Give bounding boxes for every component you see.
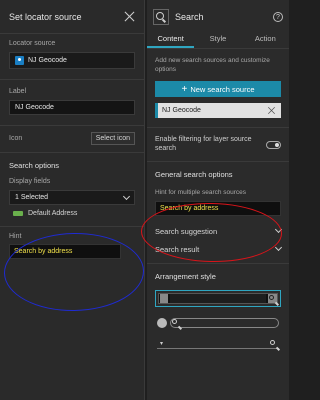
display-fields-value: 1 Selected — [15, 194, 49, 201]
search-suggestion-row[interactable]: Search suggestion — [147, 222, 289, 240]
icon-section: Icon Select icon — [0, 126, 144, 150]
label-input[interactable]: NJ Geocode — [9, 100, 135, 115]
search-icon — [268, 294, 277, 303]
icon-label: Icon — [9, 134, 23, 142]
panel-header: Set locator source — [0, 0, 144, 34]
arrangement-preview-2 — [157, 317, 279, 328]
locator-source-section: Locator source NJ Geocode — [0, 34, 144, 69]
source-menu-icon — [160, 294, 168, 303]
arrangement-preview-1 — [158, 293, 278, 304]
close-icon[interactable] — [124, 11, 135, 22]
chevron-down-icon — [274, 243, 283, 252]
select-icon-button[interactable]: Select icon — [90, 131, 135, 145]
display-fields-dropdown[interactable]: 1 Selected — [9, 190, 135, 205]
arrangement-section: Arrangement style ▾ — [147, 264, 289, 351]
hint-section: Hint Search by address — [0, 227, 144, 259]
field-chip-icon — [13, 211, 23, 216]
label-label: Label — [9, 88, 27, 95]
search-suggestion-label: Search suggestion — [155, 226, 218, 236]
tab-bar: Content Style Action — [147, 34, 289, 49]
arrangement-heading: Arrangement style — [155, 272, 216, 281]
plus-icon: + — [181, 83, 188, 95]
new-search-source-label: New search source — [190, 84, 255, 94]
sources-intro: Add new search sources and customize opt… — [155, 57, 270, 73]
search-source-label: NJ Geocode — [162, 107, 201, 114]
tab-content[interactable]: Content — [147, 34, 195, 48]
search-widget-panel: Search ? Content Style Action Add new se… — [147, 0, 289, 400]
search-options-section: Search options Display fields 1 Selected… — [0, 153, 144, 217]
search-widget-icon — [153, 9, 169, 25]
search-source-item[interactable]: NJ Geocode — [155, 103, 281, 118]
search-icon — [172, 319, 177, 324]
display-fields-label: Display fields — [9, 178, 51, 185]
hint-multiple-label: Hint for multiple search sources — [155, 189, 247, 196]
sources-section: Add new search sources and customize opt… — [147, 49, 289, 118]
display-field-item-label: Default Address — [28, 210, 78, 217]
search-title: Search — [175, 12, 204, 22]
search-options-heading: Search options — [9, 161, 60, 170]
arrangement-option-3[interactable]: ▾ — [155, 336, 281, 351]
filter-toggle[interactable] — [266, 141, 281, 149]
arrangement-option-2[interactable] — [155, 315, 281, 330]
panel-title: Set locator source — [9, 11, 82, 22]
search-icon — [270, 339, 275, 345]
hint-label: Hint — [9, 233, 22, 240]
hint-multiple-input[interactable]: Search by address — [155, 201, 281, 216]
tab-style[interactable]: Style — [194, 34, 241, 48]
source-menu-icon — [157, 317, 167, 328]
locator-source-value: NJ Geocode — [28, 57, 67, 64]
chevron-down-icon — [122, 192, 131, 200]
geocode-icon — [15, 56, 24, 65]
filter-row: Enable filtering for layer source search — [147, 128, 289, 153]
chevron-down-icon — [274, 225, 283, 234]
label-section: Label NJ Geocode — [0, 80, 144, 115]
chevron-down-icon: ▾ — [160, 340, 164, 347]
arrangement-preview-3: ▾ — [157, 338, 279, 349]
locator-source-label: Locator source — [9, 40, 56, 47]
display-field-item: Default Address — [9, 210, 135, 217]
filter-label: Enable filtering for layer source search — [155, 136, 252, 152]
search-result-row[interactable]: Search result — [147, 240, 289, 258]
general-options-section: General search options Hint for multiple… — [147, 162, 289, 216]
search-icon — [156, 12, 164, 20]
search-header: Search ? — [147, 0, 289, 34]
help-icon[interactable]: ? — [273, 12, 283, 22]
new-search-source-button[interactable]: + New search source — [155, 81, 281, 97]
locator-source-panel: Set locator source Locator source NJ Geo… — [0, 0, 145, 400]
general-options-heading: General search options — [155, 170, 233, 179]
arrangement-option-1[interactable] — [155, 290, 281, 307]
preview-input — [170, 317, 279, 328]
remove-source-icon[interactable] — [268, 107, 276, 115]
preview-input — [170, 294, 266, 303]
search-result-label: Search result — [155, 244, 200, 254]
hint-input[interactable]: Search by address — [9, 244, 121, 259]
locator-source-field[interactable]: NJ Geocode — [9, 52, 135, 69]
tab-action[interactable]: Action — [242, 34, 289, 48]
